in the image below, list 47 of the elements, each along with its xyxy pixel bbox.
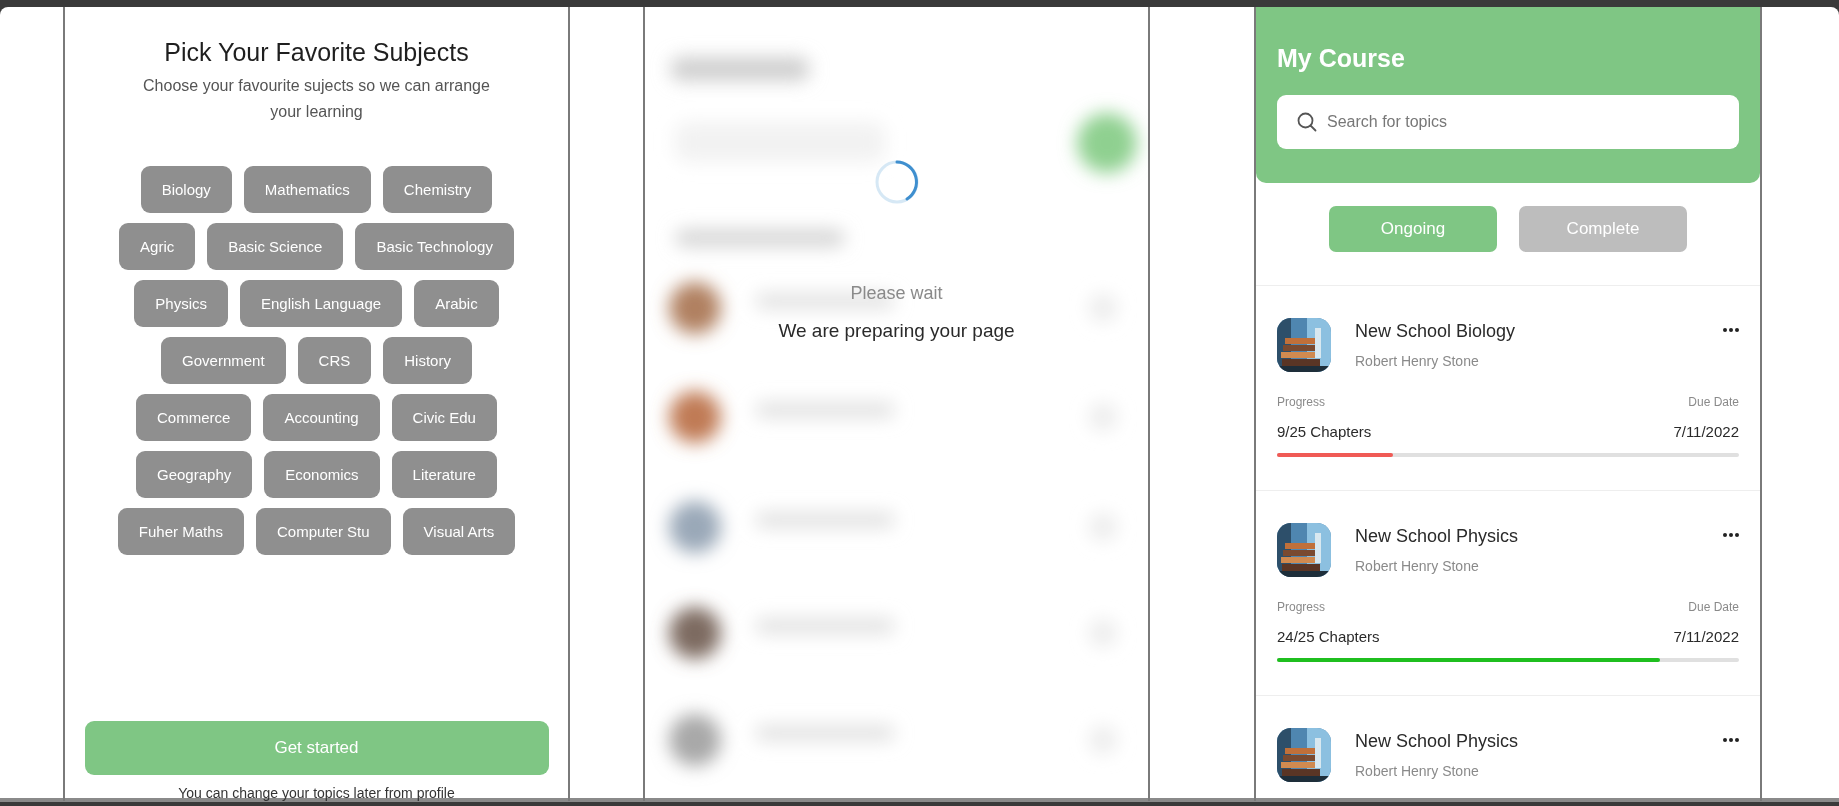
progress-label: Progress bbox=[1277, 600, 1326, 614]
subject-chip[interactable]: Mathematics bbox=[243, 166, 371, 213]
filter-tab[interactable]: Complete bbox=[1519, 206, 1687, 252]
subject-chip[interactable]: Government bbox=[161, 337, 286, 384]
subject-chip[interactable]: Economics bbox=[264, 451, 380, 498]
search-field[interactable]: Search for topics bbox=[1277, 95, 1739, 149]
status-text: Please wait bbox=[850, 282, 943, 304]
subject-chip[interactable]: Chemistry bbox=[382, 166, 493, 213]
subject-chip[interactable]: Visual Arts bbox=[402, 508, 516, 555]
subject-chip[interactable]: Fuher Maths bbox=[117, 508, 245, 555]
course-title: New School Biology bbox=[1355, 320, 1517, 342]
course-author: Robert Henry Stone bbox=[1355, 557, 1480, 575]
subject-chip[interactable]: Arabic bbox=[414, 280, 499, 327]
subject-chip[interactable]: Literature bbox=[391, 451, 497, 498]
filter-tab[interactable]: Ongoing bbox=[1329, 206, 1497, 252]
subject-chip[interactable]: Civic Edu bbox=[391, 394, 497, 441]
course-author: Robert Henry Stone bbox=[1355, 762, 1480, 780]
subject-chip[interactable]: Accounting bbox=[263, 394, 380, 441]
more-options-icon[interactable] bbox=[1723, 738, 1739, 742]
subject-chip[interactable]: Computer Stu bbox=[256, 508, 391, 555]
due-date-label: Due Date bbox=[1688, 395, 1739, 409]
screen-subtitle: Choose your favourite sujects so we can arrange your learning bbox=[142, 76, 491, 122]
loading-message: We are preparing your page bbox=[778, 320, 1015, 342]
course-title: New School Physics bbox=[1355, 525, 1520, 547]
loading-spinner-icon bbox=[873, 159, 920, 205]
course-title: New School Physics bbox=[1355, 730, 1520, 752]
due-date: 7/11/2022 bbox=[1673, 628, 1739, 646]
progress-label: Progress bbox=[1277, 395, 1326, 409]
subject-chip[interactable]: History bbox=[383, 337, 472, 384]
footnote: You can change your topics later from profile bbox=[178, 785, 455, 801]
due-date-label: Due Date bbox=[1688, 600, 1739, 614]
subject-chip[interactable]: CRS bbox=[297, 337, 372, 384]
subject-chip[interactable]: Basic Technology bbox=[355, 223, 514, 270]
subject-chip[interactable]: Biology bbox=[140, 166, 232, 213]
subject-chip[interactable]: Commerce bbox=[136, 394, 252, 441]
due-date: 7/11/2022 bbox=[1673, 423, 1739, 441]
screen-title: Pick Your Favorite Subjects bbox=[164, 37, 469, 67]
subject-chip[interactable]: English Language bbox=[240, 280, 403, 327]
screen-title: My Course bbox=[1277, 43, 1406, 73]
more-options-icon[interactable] bbox=[1723, 533, 1739, 537]
subject-chip[interactable]: Geography bbox=[136, 451, 253, 498]
subject-chip[interactable]: Physics bbox=[134, 280, 228, 327]
more-options-icon[interactable] bbox=[1723, 328, 1739, 332]
subject-chip[interactable]: Agric bbox=[119, 223, 196, 270]
course-author: Robert Henry Stone bbox=[1355, 352, 1480, 370]
subject-chip[interactable]: Basic Science bbox=[207, 223, 344, 270]
get-started-button[interactable]: Get started bbox=[84, 721, 549, 775]
